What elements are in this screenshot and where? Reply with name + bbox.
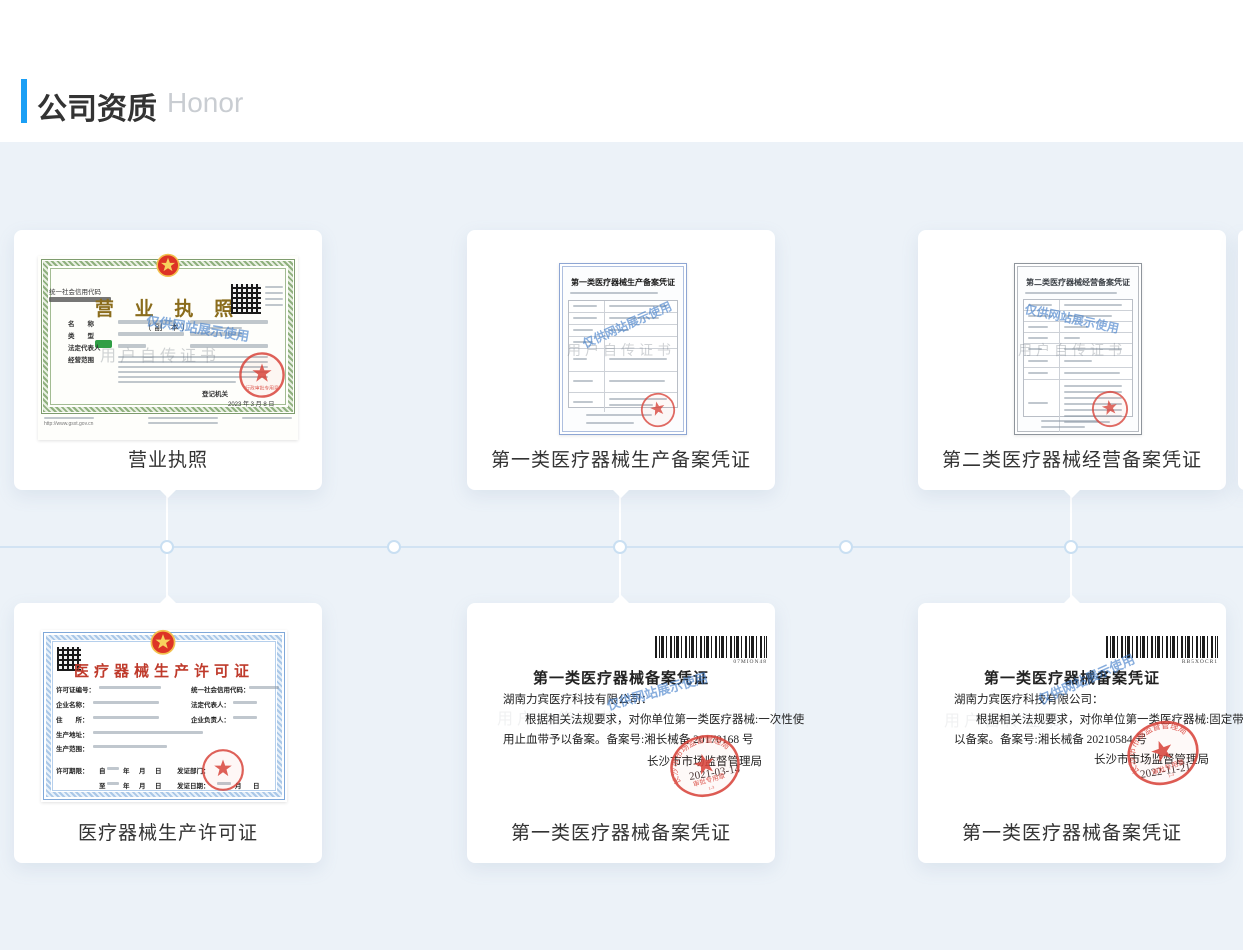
watermark-user-upload: 用户自传证书 xyxy=(497,705,617,729)
term-month: 月 xyxy=(139,765,146,775)
field-manager: 企业负责人： xyxy=(191,714,230,724)
certificate-card-class1-filing-2[interactable]: RB5XOCR1 第一类医疗器械备案凭证 湖南力宾医疗科技有限公司： 根据相关法… xyxy=(918,603,1226,863)
filing-date-redacted xyxy=(586,422,634,424)
timeline-dot xyxy=(839,540,853,554)
timeline-dot xyxy=(613,540,627,554)
value-redacted xyxy=(93,745,167,748)
red-stamp xyxy=(637,389,680,432)
card-notch xyxy=(159,595,177,604)
page-title: 公司资质 xyxy=(37,84,157,128)
footer-url: http://www.gsxt.gov.cn xyxy=(44,421,93,427)
field-company: 企业名称： xyxy=(56,699,89,709)
field-prod-address: 生产地址： xyxy=(56,729,89,739)
barcode-text: 07MION48 xyxy=(655,659,767,665)
card-label: 第一类医疗器械生产备案凭证 xyxy=(475,445,767,472)
certificate-card-production-permit[interactable]: 医疗器械生产许可证 许可证编号： 统一社会信用代码： 企业名称： 法定代表人： … xyxy=(14,603,322,863)
certificate-card-class2-operation-filing[interactable]: 第二类医疗器械经营备案凭证 xyxy=(918,230,1226,490)
card-notch xyxy=(1063,595,1081,604)
field-scope: 生产范围： xyxy=(56,743,89,753)
certificate-card-business-license[interactable]: 统一社会信用代码 营 业 执 照 （副 本） 名 称 类 型 法定 xyxy=(14,230,322,490)
field-address: 住 所： xyxy=(56,714,89,724)
term-to: 至 xyxy=(99,780,106,790)
cert-title: 第一类医疗器械生产备案凭证 xyxy=(564,277,682,288)
field-credit-code: 统一社会信用代码： xyxy=(191,684,250,694)
qr-code xyxy=(231,284,261,314)
red-stamp: 行政审批专用章 xyxy=(238,351,286,399)
field-legal-label: 法定代表人 xyxy=(68,342,101,352)
cert-number-redacted xyxy=(1025,292,1117,294)
term-day: 日 xyxy=(155,765,162,775)
issue-date: 2023 年 3 月 8 日 xyxy=(228,399,274,408)
filing-dept-redacted xyxy=(1041,420,1099,422)
term-month: 月 xyxy=(139,780,146,790)
field-legal: 法定代表人： xyxy=(191,699,230,709)
term-from: 自 xyxy=(99,765,106,775)
value-redacted xyxy=(233,701,257,704)
field-scope-label: 经营范围 xyxy=(68,354,94,364)
watermark-user-upload: 用户自传证书 xyxy=(944,707,1064,731)
value-redacted xyxy=(107,767,119,770)
accent-bar xyxy=(21,79,27,123)
card-notch xyxy=(159,489,177,498)
barcode xyxy=(655,636,767,658)
term-year: 年 xyxy=(123,765,130,775)
card-label: 医疗器械生产许可证 xyxy=(22,818,314,845)
card-label: 第一类医疗器械备案凭证 xyxy=(926,818,1218,845)
card-label: 第一类医疗器械备案凭证 xyxy=(475,818,767,845)
watermark-user-upload: 用户自传证书 xyxy=(100,342,220,366)
doc-line1: 湖南力宾医疗科技有限公司： xyxy=(954,691,1104,707)
field-term: 许可期限： xyxy=(56,765,89,775)
filing-date-redacted xyxy=(1041,426,1085,428)
page-subtitle: Honor xyxy=(167,87,243,119)
value-redacted xyxy=(107,782,119,785)
issuer-label: 登记机关 xyxy=(202,388,228,398)
watermark-user-upload: 用户自传证书 xyxy=(1018,340,1126,360)
doc-title: 第一类医疗器械备案凭证 xyxy=(467,667,775,688)
issue-day: 日 xyxy=(253,780,260,790)
production-permit-image: 医疗器械生产许可证 许可证编号： 统一社会信用代码： 企业名称： 法定代表人： … xyxy=(41,630,287,802)
card-notch xyxy=(612,595,630,604)
field-type-label: 类 型 xyxy=(68,330,94,340)
value-redacted xyxy=(233,716,257,719)
section-header: 公司资质 Honor xyxy=(0,0,1243,142)
value-redacted xyxy=(93,701,159,704)
cert-title: 第二类医疗器械经营备案凭证 xyxy=(1019,277,1137,288)
value-redacted xyxy=(93,731,203,734)
national-emblem-icon xyxy=(155,252,181,280)
business-license-image: 统一社会信用代码 营 业 执 照 （副 本） 名 称 类 型 法定 xyxy=(38,256,298,440)
card-notch xyxy=(612,489,630,498)
field-name-label: 名 称 xyxy=(68,318,94,328)
honor-page: 公司资质 Honor 统一社会信用代码 营 xyxy=(0,0,1243,950)
timeline-dot xyxy=(160,540,174,554)
certificate-card-class1-filing-1[interactable]: 07MION48 第一类医疗器械备案凭证 湖南力宾医疗科技有限公司： 根据相关法… xyxy=(467,603,775,863)
term-day: 日 xyxy=(155,780,162,790)
national-emblem-icon xyxy=(149,628,177,658)
card-label: 营业执照 xyxy=(22,445,314,472)
value-redacted xyxy=(99,686,161,689)
license-title: 医疗器械生产许可证 xyxy=(41,660,287,681)
timeline-dot xyxy=(1064,540,1078,554)
certificate-card-class1-production-filing[interactable]: 第一类医疗器械生产备案凭证 xyxy=(467,230,775,490)
red-stamp xyxy=(201,748,245,792)
field-license-no: 许可证编号： xyxy=(56,684,95,694)
value-redacted xyxy=(249,686,279,689)
red-stamp xyxy=(1088,387,1132,431)
timeline-dot xyxy=(387,540,401,554)
partial-next-card[interactable] xyxy=(1238,230,1243,490)
value-redacted xyxy=(93,716,159,719)
cert-number-redacted xyxy=(570,292,658,294)
certificates-section: 统一社会信用代码 营 业 执 照 （副 本） 名 称 类 型 法定 xyxy=(0,142,1243,950)
term-year: 年 xyxy=(123,780,130,790)
card-label: 第二类医疗器械经营备案凭证 xyxy=(926,445,1218,472)
card-notch xyxy=(1063,489,1081,498)
